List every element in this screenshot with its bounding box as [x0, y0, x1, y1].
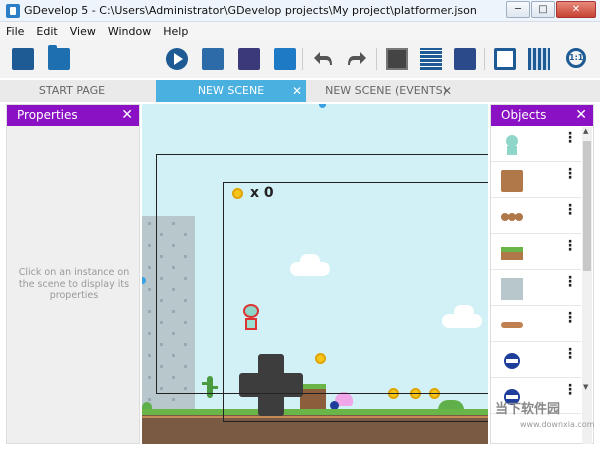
tower-stone-dot [148, 244, 151, 247]
menu-file[interactable]: File [6, 25, 24, 38]
properties-header: Properties ✕ [7, 105, 139, 126]
toolbar-separator [302, 48, 303, 70]
stone-block-icon [501, 278, 523, 300]
close-tab-icon[interactable]: ✕ [442, 84, 452, 98]
object-menu-icon[interactable]: ⋮ [563, 275, 577, 289]
window-title-bar: GDevelop 5 - C:\Users\Administrator\GDev… [0, 0, 600, 22]
properties-panel: Properties ✕ Click on an instance on the… [6, 104, 140, 444]
editor-tab-bar: START PAGE NEW SCENE ✕ NEW SCENE (EVENTS… [0, 80, 600, 102]
grid-icon[interactable] [528, 48, 550, 70]
redo-icon[interactable] [346, 48, 368, 70]
toolbar-separator [376, 48, 377, 70]
object-menu-icon[interactable]: ⋮ [563, 131, 577, 145]
log-platform-icon [501, 314, 523, 336]
scene-properties-icon[interactable] [454, 48, 476, 70]
site-watermark-url: www.downxia.com [520, 420, 595, 429]
instances-list-icon[interactable] [386, 48, 408, 70]
scene-canvas[interactable]: x 0 [142, 104, 488, 444]
menu-window[interactable]: Window [108, 25, 151, 38]
objects-scrollbar[interactable]: ▲ ▼ [582, 127, 592, 444]
tower-stone-dot [148, 376, 151, 379]
tower-stone-dot [148, 288, 151, 291]
tower-stone-dot [148, 266, 151, 269]
preview-play-icon[interactable] [166, 48, 188, 70]
scroll-up-icon[interactable]: ▲ [583, 127, 588, 135]
tower-stone-dot [148, 222, 151, 225]
dirt-block-icon [501, 170, 523, 192]
layers-icon[interactable] [420, 48, 442, 70]
object-menu-icon[interactable]: ⋮ [563, 167, 577, 181]
scroll-down-icon[interactable]: ▼ [583, 383, 588, 391]
close-tab-icon[interactable]: ✕ [292, 84, 302, 98]
objects-panel: Objects ✕ ⋮ ⋮ ⋮ ⋮ ⋮ ⋮ ⋮ ⋮ ▲ ▼ [490, 104, 594, 444]
list-item[interactable]: ⋮ [491, 163, 581, 198]
objects-groups-icon[interactable] [238, 48, 260, 70]
gdevelop-app-icon [6, 4, 20, 18]
close-properties-icon[interactable]: ✕ [121, 105, 133, 126]
maximize-button[interactable]: □ [531, 1, 555, 18]
add-object-icon[interactable] [202, 48, 224, 70]
undo-icon[interactable] [312, 48, 334, 70]
edit-icon[interactable] [274, 48, 296, 70]
list-item[interactable]: ⋮ [491, 343, 581, 378]
tower-stone-dot [148, 354, 151, 357]
object-menu-icon[interactable]: ⋮ [563, 203, 577, 217]
bridge-icon [501, 206, 523, 228]
tab-start-page[interactable]: START PAGE [0, 80, 144, 102]
list-item[interactable]: ⋮ [491, 307, 581, 342]
scroll-thumb[interactable] [583, 141, 591, 271]
window-title: GDevelop 5 - C:\Users\Administrator\GDev… [24, 4, 477, 17]
menu-help[interactable]: Help [163, 25, 188, 38]
list-item[interactable]: ⋮ [491, 127, 581, 162]
menu-edit[interactable]: Edit [36, 25, 57, 38]
tower-stone-dot [148, 398, 151, 401]
object-menu-icon[interactable]: ⋮ [563, 239, 577, 253]
open-folder-icon[interactable] [48, 45, 70, 70]
window-mask-frame [223, 182, 488, 422]
window-controls: ─ □ ✕ [506, 1, 596, 18]
project-manager-icon[interactable] [12, 48, 34, 70]
tower-stone-dot [148, 310, 151, 313]
close-window-button[interactable]: ✕ [556, 1, 596, 18]
scene-resize-handle[interactable] [319, 104, 326, 108]
grass-platform-icon [501, 242, 523, 264]
toolbar-separator [484, 48, 485, 70]
list-item[interactable]: ⋮ [491, 271, 581, 306]
tower-stone-dot [148, 332, 151, 335]
close-objects-icon[interactable]: ✕ [575, 105, 587, 126]
main-toolbar: 1:1 [0, 40, 600, 78]
objects-header: Objects ✕ [491, 105, 593, 126]
zoom-icon[interactable]: 1:1 [566, 48, 586, 68]
tab-new-scene[interactable]: NEW SCENE [156, 80, 306, 102]
menu-bar: File Edit View Window Help [0, 22, 600, 40]
minimize-button[interactable]: ─ [506, 1, 530, 18]
properties-title: Properties [17, 108, 78, 122]
object-menu-icon[interactable]: ⋮ [563, 311, 577, 325]
list-item[interactable]: ⋮ [491, 235, 581, 270]
blue-orb-icon [501, 350, 523, 372]
player-icon [501, 134, 523, 156]
window-mask-icon[interactable] [494, 48, 516, 70]
properties-hint: Click on an instance on the scene to dis… [18, 267, 130, 301]
object-menu-icon[interactable]: ⋮ [563, 347, 577, 361]
tower-stone-dot [172, 398, 175, 401]
objects-title: Objects [501, 108, 547, 122]
list-item[interactable]: ⋮ [491, 199, 581, 234]
menu-view[interactable]: View [70, 25, 96, 38]
object-menu-icon[interactable]: ⋮ [563, 383, 577, 397]
